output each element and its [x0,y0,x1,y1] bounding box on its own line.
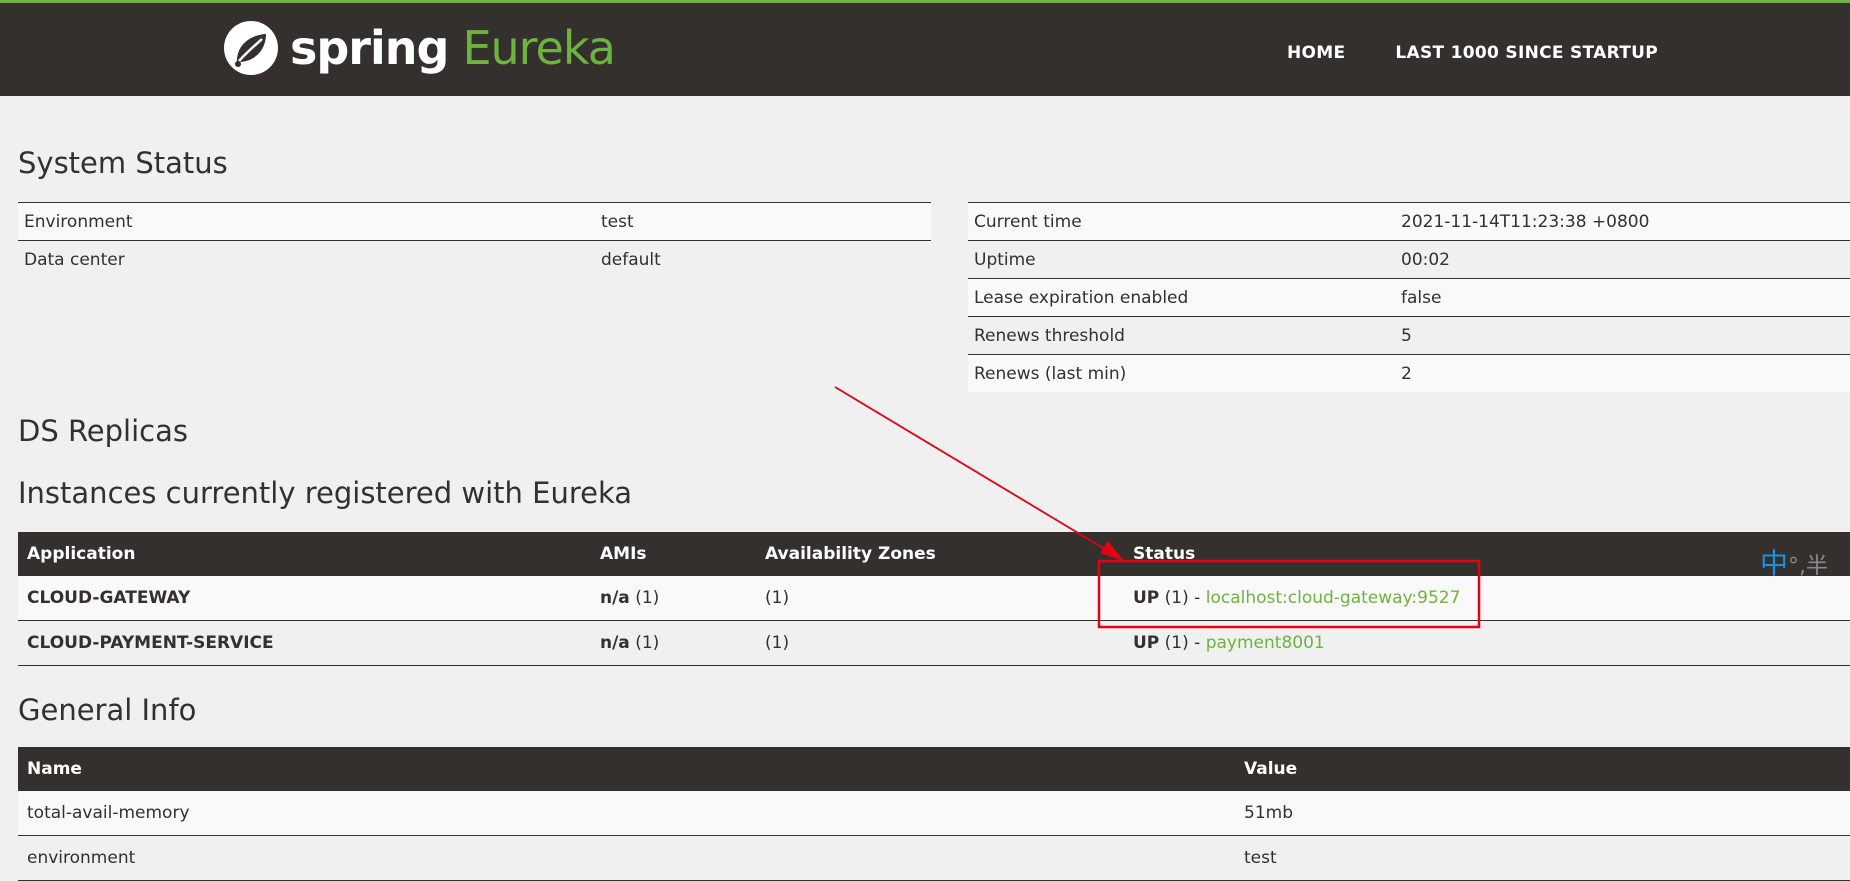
general-info-header-row: Name Value [18,747,1850,791]
status-up: UP [1133,633,1160,653]
info-value: test [1235,835,1850,881]
instance-link[interactable]: payment8001 [1206,633,1325,653]
status-row: Current time 2021-11-14T11:23:38 +0800 [968,202,1850,241]
status-count: (1) [1164,588,1189,608]
brand-spring-text: spring [290,21,449,75]
info-name: total-avail-memory [18,791,1235,836]
ime-punct: °, [1788,554,1807,579]
status-label: Current time [968,202,1395,241]
table-row: CLOUD-PAYMENT-SERVICE n/a (1) (1) UP (1)… [18,620,1850,666]
status-value: false [1395,278,1850,317]
nav-last-1000-link[interactable]: LAST 1000 SINCE STARTUP [1395,43,1658,63]
ami-cell: n/a (1) [591,576,756,621]
table-row: CLOUD-GATEWAY n/a (1) (1) UP (1) - local… [18,576,1850,621]
status-up: UP [1133,588,1160,608]
status-value: 5 [1395,316,1850,355]
zones-cell: (1) [756,576,1124,621]
status-cell: UP (1) - localhost:cloud-gateway:9527 [1124,576,1850,621]
status-row: Data center default [18,240,931,278]
status-value: 2021-11-14T11:23:38 +0800 [1395,202,1850,241]
general-info-title: General Info [18,693,197,727]
application-name: CLOUD-PAYMENT-SERVICE [18,620,591,666]
ime-mode: 中 [1760,547,1789,580]
status-row: Uptime 00:02 [968,240,1850,279]
table-row: environment test [18,835,1850,881]
status-row: Renews threshold 5 [968,316,1850,355]
ami-cell: n/a (1) [591,620,756,666]
status-separator: - [1194,633,1201,653]
col-name-header: Name [18,747,1235,791]
table-row: total-avail-memory 51mb [18,791,1850,836]
info-value: 51mb [1235,791,1850,836]
instance-link[interactable]: localhost:cloud-gateway:9527 [1206,588,1461,608]
col-zones-header: Availability Zones [756,532,1124,576]
status-label: Uptime [968,240,1395,279]
instances-table: Application AMIs Availability Zones Stat… [18,532,1850,666]
status-value: 2 [1395,354,1850,392]
application-name: CLOUD-GATEWAY [18,576,591,621]
status-count: (1) [1164,633,1189,653]
nav-home-link[interactable]: HOME [1287,43,1345,63]
instances-title: Instances currently registered with Eure… [18,476,633,510]
status-label: Data center [18,240,595,278]
col-application-header: Application [18,532,591,576]
status-label: Renews (last min) [968,354,1395,392]
brand-eureka-text: Eureka [462,21,615,75]
status-row: Lease expiration enabled false [968,278,1850,317]
status-value: 00:02 [1395,240,1850,279]
status-label: Lease expiration enabled [968,278,1395,317]
status-value: test [595,202,931,241]
zones-cell: (1) [756,620,1124,666]
ime-indicator[interactable]: 中°,半 [1760,542,1828,582]
ds-replicas-title: DS Replicas [18,414,188,448]
brand-logo[interactable]: spring Eureka [222,18,616,78]
status-cell: UP (1) - payment8001 [1124,620,1850,666]
status-label: Environment [18,202,595,241]
ami-count: (1) [635,633,660,653]
status-row: Environment test [18,202,931,241]
info-name: environment [18,835,1235,881]
status-row: Renews (last min) 2 [968,354,1850,392]
top-navbar: spring Eureka HOME LAST 1000 SINCE STARTU… [0,0,1850,96]
spring-leaf-icon [224,21,278,75]
ami-value: n/a [600,633,630,653]
instances-header-row: Application AMIs Availability Zones Stat… [18,532,1850,576]
annotation-overlay [834,386,1481,629]
col-amis-header: AMIs [591,532,756,576]
system-status-left-table: Environment test Data center default [18,202,931,278]
ami-value: n/a [600,588,630,608]
status-value: default [595,240,931,278]
system-status-title: System Status [18,146,228,180]
col-value-header: Value [1235,747,1850,791]
status-label: Renews threshold [968,316,1395,355]
status-separator: - [1194,588,1201,608]
ime-width: 半 [1806,554,1829,579]
main-nav: HOME LAST 1000 SINCE STARTUP [1287,43,1708,63]
ami-count: (1) [635,588,660,608]
col-status-header: Status [1124,532,1850,576]
system-status-right-table: Current time 2021-11-14T11:23:38 +0800 U… [968,202,1850,392]
